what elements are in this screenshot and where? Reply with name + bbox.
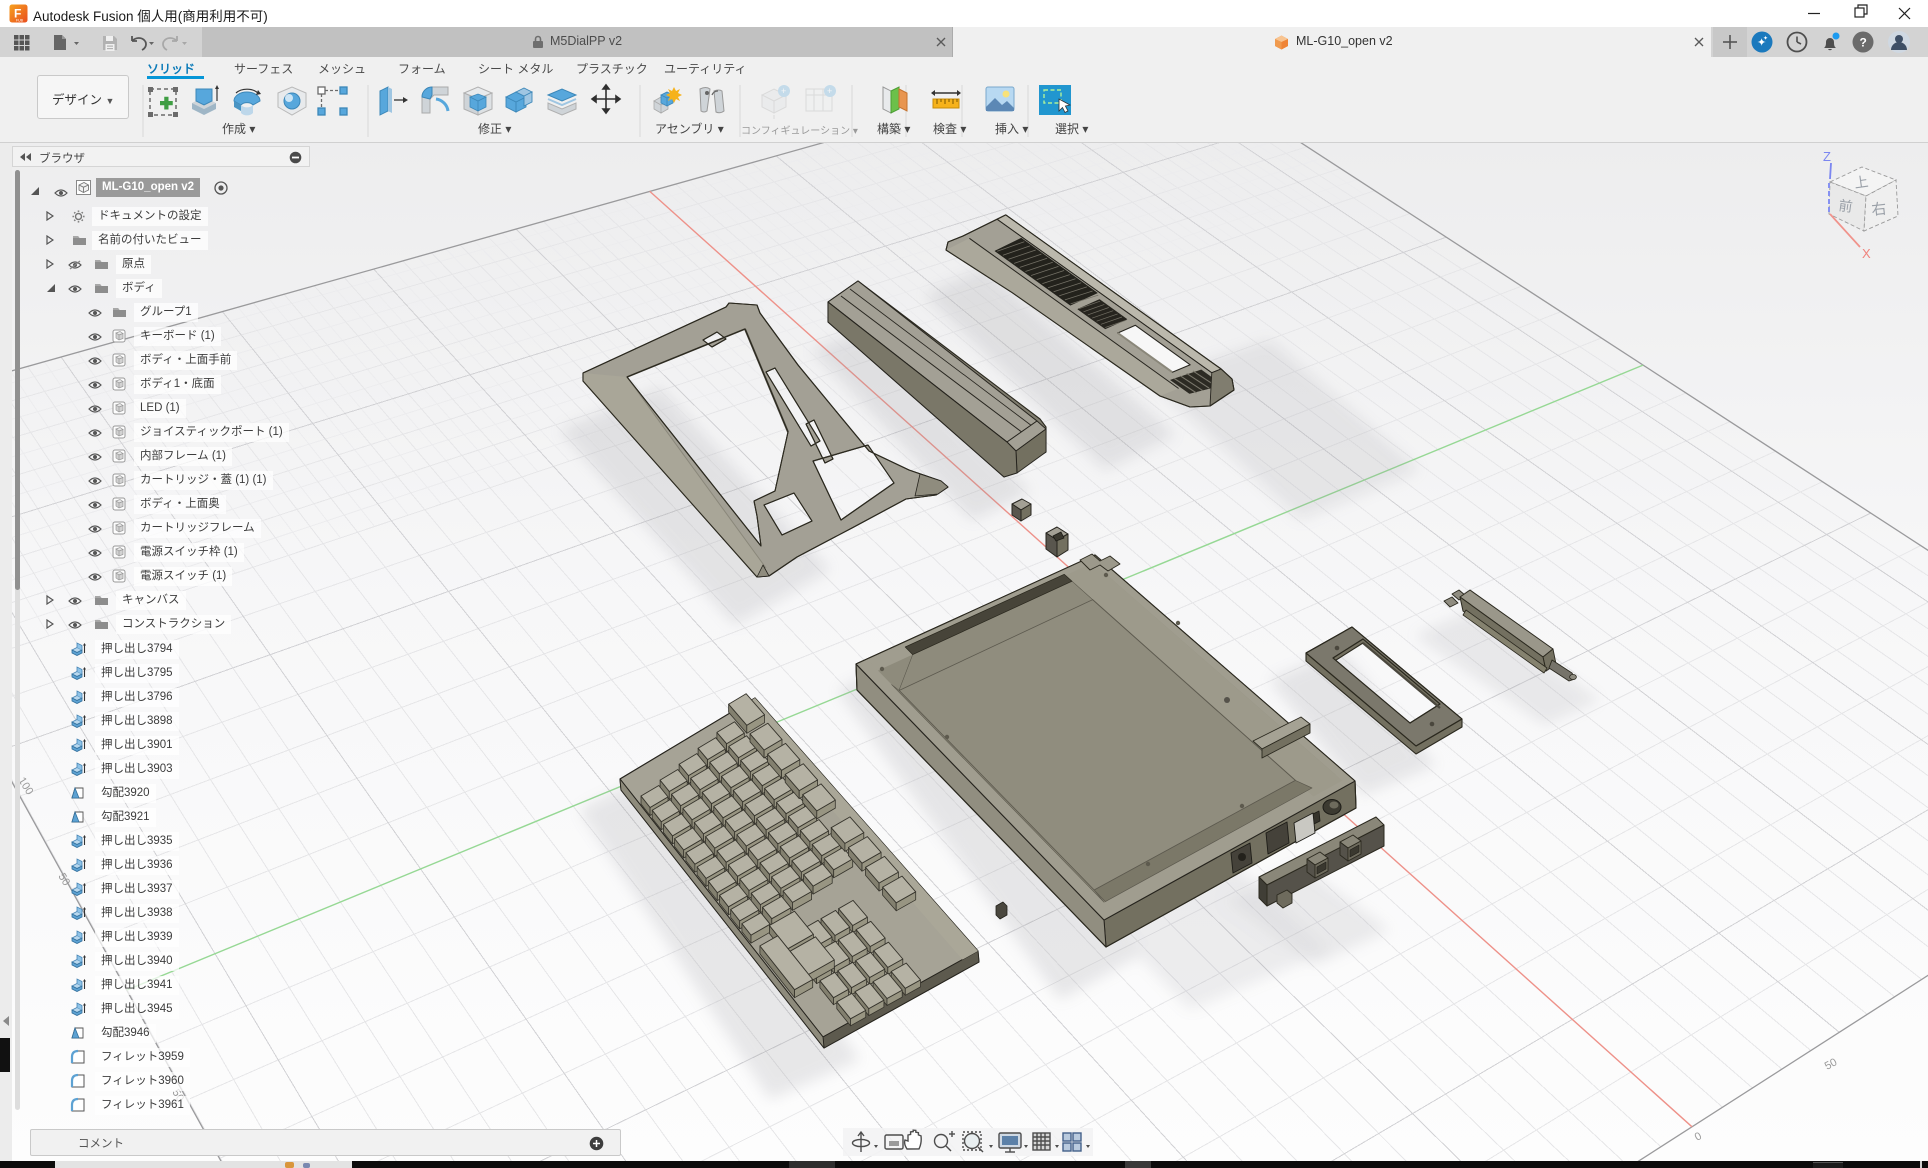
svg-text:?: ? [1860,36,1867,50]
svg-text:前: 前 [1838,197,1854,215]
svg-text:+: + [827,86,832,96]
svg-text:Z: Z [1823,149,1831,164]
svg-text:上: 上 [1853,173,1869,191]
svg-text:X: X [1862,246,1871,261]
svg-text:+: + [781,86,786,96]
svg-text:右: 右 [1871,201,1888,219]
svg-text:✦: ✦ [1763,35,1768,42]
svg-text:FUB: FUB [16,19,24,23]
